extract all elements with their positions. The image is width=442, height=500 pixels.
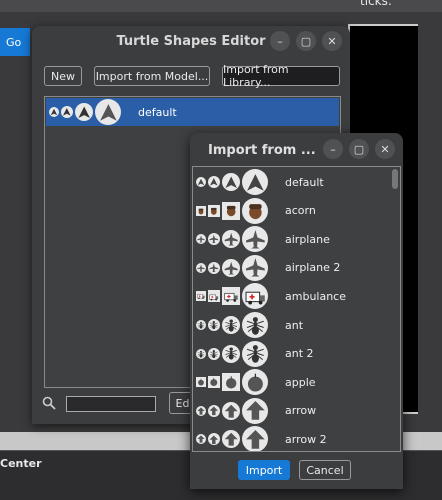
up-arrow-icon — [222, 401, 240, 420]
up-arrow-icon — [242, 426, 268, 451]
arrow-icon — [196, 177, 206, 187]
library-shape-row[interactable]: default — [193, 168, 391, 196]
airplane-icon — [196, 262, 206, 273]
search-input[interactable] — [66, 396, 156, 412]
library-shape-label: airplane 2 — [285, 261, 341, 275]
minimize-button[interactable]: – — [270, 31, 290, 51]
library-shapes-list[interactable]: default acorn airplane airplane 2 ambulance a… — [192, 166, 401, 452]
arrow-icon — [222, 173, 240, 191]
airplane-icon — [242, 226, 268, 253]
up-arrow-icon — [208, 404, 220, 417]
ant-icon — [242, 340, 268, 367]
acorn-icon — [208, 204, 220, 217]
library-shape-label: arrow 2 — [285, 432, 327, 446]
import-from-model-button[interactable]: Import from Model... — [94, 66, 210, 86]
dialog-close-button[interactable]: ✕ — [375, 139, 395, 159]
ant-icon — [196, 348, 206, 359]
library-shape-row[interactable]: arrow — [193, 397, 391, 425]
scrollbar[interactable] — [392, 169, 398, 189]
library-shape-label: default — [285, 175, 324, 189]
dialog-title: Import from ... — [208, 143, 316, 158]
library-shape-row[interactable]: ant 2 — [193, 340, 391, 368]
up-arrow-icon — [208, 433, 220, 446]
library-shape-label: apple — [285, 375, 316, 389]
shape-row-default[interactable]: default — [46, 98, 339, 126]
airplane-icon — [222, 230, 240, 249]
library-shape-label: acorn — [285, 204, 316, 218]
acorn-icon — [222, 201, 240, 220]
ant-icon — [222, 316, 240, 334]
up-arrow-icon — [222, 430, 240, 449]
acorn-icon — [196, 205, 206, 216]
ant-icon — [196, 320, 206, 330]
up-arrow-icon — [196, 434, 206, 445]
arrow-icon — [95, 99, 121, 125]
library-shape-row[interactable]: airplane — [193, 225, 391, 253]
import-from-library-button[interactable]: Import from Library... — [222, 63, 340, 89]
ambulance-icon — [208, 290, 220, 303]
library-shape-label: ant — [285, 318, 304, 332]
ambulance-icon — [222, 287, 240, 306]
shape-label: default — [138, 105, 177, 119]
ant-icon — [208, 319, 220, 331]
cancel-button[interactable]: Cancel — [299, 460, 351, 480]
library-shape-row[interactable]: apple — [193, 368, 391, 396]
apple-icon — [242, 369, 268, 396]
search-icon — [42, 396, 56, 410]
arrow-icon — [49, 107, 59, 117]
ticks-label: ticks: — [360, 0, 392, 8]
library-shape-label: ant 2 — [285, 347, 314, 361]
up-arrow-icon — [242, 397, 268, 424]
dialog-maximize-button[interactable]: ▢ — [349, 139, 369, 159]
import-button[interactable]: Import — [238, 460, 290, 480]
arrow-icon — [75, 103, 93, 121]
acorn-icon — [242, 197, 268, 224]
arrow-icon — [61, 106, 73, 118]
apple-icon — [196, 377, 206, 388]
library-shape-row[interactable]: acorn — [193, 197, 391, 225]
airplane-icon — [208, 233, 220, 246]
ant-icon — [222, 344, 240, 363]
arrow-icon — [242, 169, 268, 195]
library-shape-label: ambulance — [285, 289, 346, 303]
up-arrow-icon — [196, 405, 206, 416]
arrow-icon — [208, 176, 220, 188]
dialog-minimize-button[interactable]: – — [323, 139, 343, 159]
airplane-icon — [208, 261, 220, 274]
ant-icon — [242, 312, 268, 338]
apple-icon — [222, 373, 240, 392]
airplane-icon — [222, 258, 240, 277]
airplane-icon — [196, 234, 206, 245]
library-shape-row[interactable]: arrow 2 — [193, 425, 391, 451]
ambulance-icon — [196, 291, 206, 302]
go-button[interactable]: Go — [0, 28, 30, 56]
library-shape-row[interactable]: ant — [193, 311, 391, 339]
ant-icon — [208, 347, 220, 360]
library-shape-row[interactable]: airplane 2 — [193, 254, 391, 282]
command-center-label: Center — [0, 457, 42, 470]
airplane-icon — [242, 254, 268, 281]
maximize-button[interactable]: ▢ — [296, 31, 316, 51]
library-shape-label: arrow — [285, 404, 317, 418]
import-library-dialog: Import from ... – ▢ ✕ default acorn airpla… — [190, 133, 403, 489]
ambulance-icon — [242, 283, 268, 310]
editor-titlebar[interactable]: Turtle Shapes Editor – ▢ ✕ — [32, 26, 350, 56]
close-button[interactable]: ✕ — [322, 31, 342, 51]
library-shape-label: airplane — [285, 232, 330, 246]
apple-icon — [208, 376, 220, 389]
library-shape-row[interactable]: ambulance — [193, 282, 391, 310]
new-button[interactable]: New — [44, 66, 82, 86]
